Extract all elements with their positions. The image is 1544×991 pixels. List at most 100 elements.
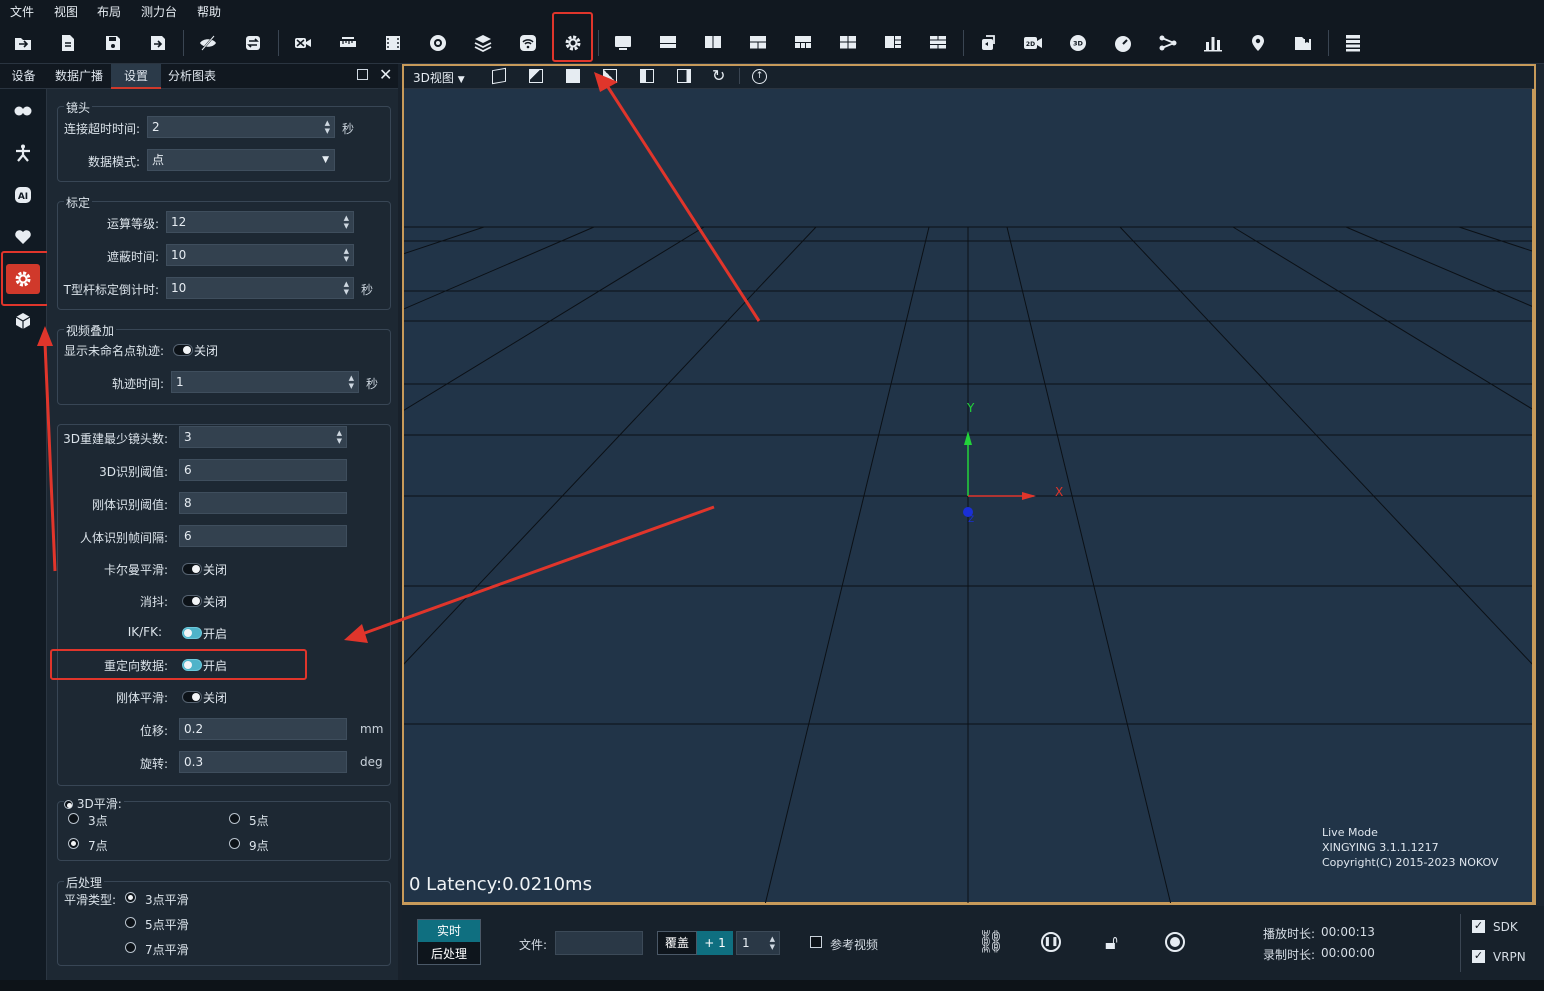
monitor-icon[interactable] xyxy=(609,29,637,57)
post-radio-3[interactable] xyxy=(125,892,136,903)
menu-help[interactable]: 帮助 xyxy=(197,3,221,20)
postprocess-button[interactable]: 后处理 xyxy=(418,943,480,965)
vrpn-checkbox[interactable]: ✓ xyxy=(1472,950,1485,963)
hide-icon[interactable] xyxy=(194,29,222,57)
occlude-time-input[interactable]: 10 ▲ ▼ xyxy=(166,244,354,266)
record-icon[interactable] xyxy=(1165,932,1185,952)
rotation-input[interactable]: 0.3 xyxy=(179,751,347,773)
retarget-toggle[interactable] xyxy=(182,659,202,671)
rotate-box-icon[interactable] xyxy=(974,29,1002,57)
bar-chart-icon[interactable] xyxy=(1199,29,1227,57)
unnamed-trail-toggle[interactable] xyxy=(173,344,193,356)
trail-time-input[interactable]: 1 ▲ ▼ xyxy=(171,371,359,393)
location-icon[interactable] xyxy=(1244,29,1272,57)
menu-view[interactable]: 视图 xyxy=(54,3,78,20)
settings-icon[interactable] xyxy=(559,29,587,57)
3d-viewport[interactable]: Y X Z 0 Latency:0.0210ms Live Mode XINGY… xyxy=(402,89,1534,904)
plus-one-button[interactable]: + 1 xyxy=(697,931,733,955)
debounce-toggle[interactable] xyxy=(182,595,202,607)
ai-icon[interactable]: AI xyxy=(10,182,36,208)
3d-view-icon[interactable]: 3D xyxy=(1064,29,1092,57)
view-mode-dropdown[interactable]: 3D视图 ▼ xyxy=(413,69,465,86)
smooth3d-radio-9[interactable] xyxy=(229,838,240,849)
target-icon[interactable] xyxy=(424,29,452,57)
smooth3d-radio-3[interactable] xyxy=(68,813,79,824)
layout-2-icon[interactable] xyxy=(699,29,727,57)
spin-arrows-icon[interactable]: ▲ ▼ xyxy=(325,119,330,135)
save-icon[interactable] xyxy=(99,29,127,57)
gauge-icon[interactable] xyxy=(1109,29,1137,57)
spin-arrows-icon[interactable]: ▲ ▼ xyxy=(344,247,349,263)
pause-icon[interactable]: ❚❚ xyxy=(1041,932,1061,952)
spin-arrows-icon[interactable]: ▲ ▼ xyxy=(344,214,349,230)
layout-7-icon[interactable] xyxy=(924,29,952,57)
layout-6-icon[interactable] xyxy=(879,29,907,57)
post-radio-7[interactable] xyxy=(125,942,136,953)
timeout-input[interactable]: 2 ▲ ▼ xyxy=(147,116,335,138)
unlock-icon[interactable]: 🔓︎ xyxy=(1105,930,1118,954)
layout-3-icon[interactable] xyxy=(744,29,772,57)
new-file-icon[interactable] xyxy=(54,29,82,57)
view-front-icon[interactable] xyxy=(492,67,506,85)
3d-threshold-input[interactable]: 6 xyxy=(179,459,347,481)
layout-1-icon[interactable] xyxy=(654,29,682,57)
markers-icon[interactable] xyxy=(10,98,36,124)
menu-force-plate[interactable]: 测力台 xyxy=(141,3,177,20)
settings-icon[interactable] xyxy=(6,264,40,294)
spin-arrows-icon[interactable]: ▲ ▼ xyxy=(349,374,354,390)
data-mode-select[interactable]: 点 ▼ xyxy=(147,149,335,171)
smooth3d-radio-5[interactable] xyxy=(229,813,240,824)
folder-icon[interactable] xyxy=(1289,29,1317,57)
tab-settings[interactable]: 设置 xyxy=(111,64,161,89)
camera-off-icon[interactable] xyxy=(289,29,317,57)
tab-devices[interactable]: 设备 xyxy=(0,64,47,89)
overwrite-button[interactable]: 覆盖 xyxy=(657,931,697,955)
rigid-threshold-input[interactable]: 8 xyxy=(179,492,347,514)
float-panel-icon[interactable] xyxy=(357,69,368,80)
rigid-smooth-toggle[interactable] xyxy=(182,691,202,703)
layout-4-icon[interactable] xyxy=(789,29,817,57)
count-input[interactable]: 1 ▲ ▼ xyxy=(736,931,780,955)
kalman-toggle[interactable] xyxy=(182,563,202,575)
menu-layout[interactable]: 布局 xyxy=(97,3,121,20)
close-icon[interactable]: ✕ xyxy=(379,65,392,85)
view-top-icon[interactable] xyxy=(566,69,580,83)
min-camera-input[interactable]: 3 ▲ ▼ xyxy=(179,426,347,448)
post-radio-5[interactable] xyxy=(125,917,136,928)
ruler-icon[interactable] xyxy=(334,29,362,57)
list-icon[interactable] xyxy=(1339,29,1367,57)
tab-analysis[interactable]: 分析图表 xyxy=(164,64,220,89)
displacement-input[interactable]: 0.2 xyxy=(179,718,347,740)
realtime-button[interactable]: 实时 xyxy=(418,920,480,942)
link-icon[interactable]: ⛓ xyxy=(977,930,1005,955)
sync-icon[interactable] xyxy=(239,29,267,57)
menu-file[interactable]: 文件 xyxy=(10,3,34,20)
view-back-icon[interactable] xyxy=(529,69,543,83)
cube-icon[interactable] xyxy=(10,308,36,334)
file-input[interactable] xyxy=(555,931,643,955)
reset-view-icon[interactable]: ↑ xyxy=(752,69,767,84)
tbar-countdown-input[interactable]: 10 ▲ ▼ xyxy=(166,277,354,299)
ref-video-checkbox[interactable] xyxy=(810,936,822,948)
view-left-icon[interactable] xyxy=(640,69,654,83)
spin-arrows-icon[interactable]: ▲ ▼ xyxy=(337,429,342,445)
calc-level-input[interactable]: 12 ▲ ▼ xyxy=(166,211,354,233)
heart-icon[interactable] xyxy=(10,224,36,250)
view-bottom-icon[interactable] xyxy=(603,69,617,83)
ikfk-toggle[interactable] xyxy=(182,627,202,639)
view-right-icon[interactable] xyxy=(677,69,691,83)
spin-arrows-icon[interactable]: ▲ ▼ xyxy=(770,935,775,951)
refresh-icon[interactable]: ↻ xyxy=(712,66,725,85)
wifi-box-icon[interactable] xyxy=(514,29,542,57)
smooth3d-radio-7[interactable] xyxy=(68,838,79,849)
film-icon[interactable] xyxy=(379,29,407,57)
save-as-icon[interactable] xyxy=(144,29,172,57)
skeleton-icon[interactable] xyxy=(10,140,36,166)
layout-5-icon[interactable] xyxy=(834,29,862,57)
open-folder-icon[interactable] xyxy=(9,29,37,57)
2d-view-icon[interactable]: 2D xyxy=(1019,29,1047,57)
sdk-checkbox[interactable]: ✓ xyxy=(1472,920,1485,933)
tab-broadcast[interactable]: 数据广播 xyxy=(50,64,108,89)
spin-arrows-icon[interactable]: ▲ ▼ xyxy=(344,280,349,296)
human-interval-input[interactable]: 6 xyxy=(179,525,347,547)
